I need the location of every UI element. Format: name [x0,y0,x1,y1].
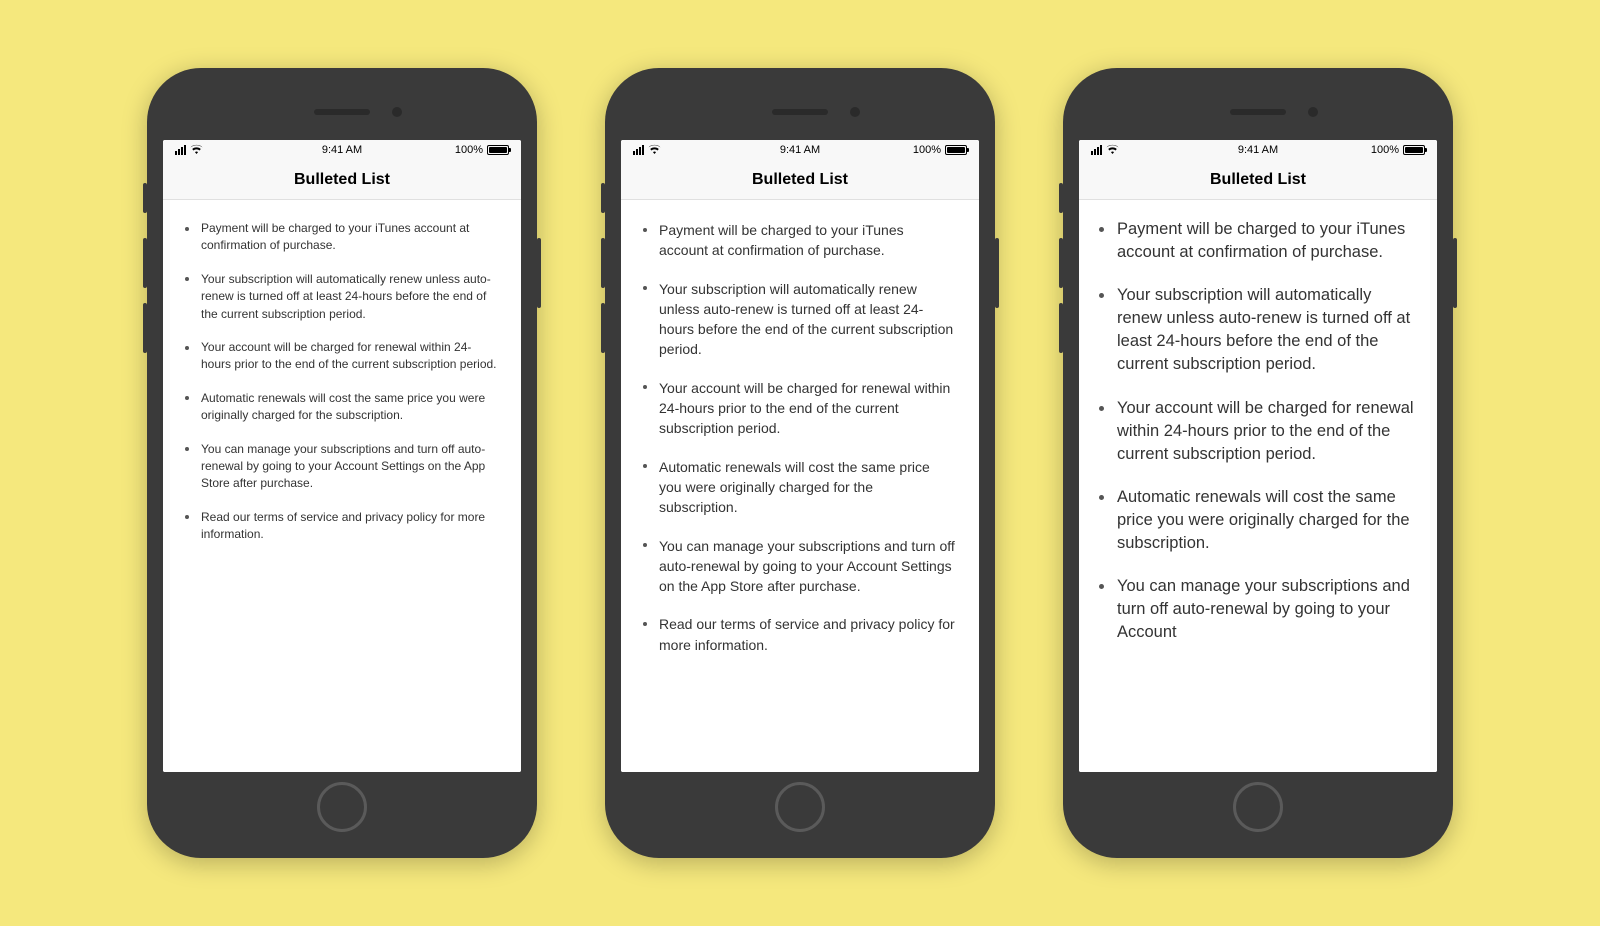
volume-up-button [143,238,147,288]
wifi-icon [648,144,661,157]
home-button-area [163,772,521,842]
front-camera [850,107,860,117]
battery-icon [945,145,967,155]
bulleted-list: Payment will be charged to your iTunes a… [641,220,955,655]
earpiece-area [163,84,521,140]
status-time: 9:41 AM [322,144,362,156]
list-item: Your account will be charged for renewal… [641,378,955,439]
list-item: Automatic renewals will cost the same pr… [183,390,497,425]
status-time: 9:41 AM [780,144,820,156]
status-left [1091,144,1119,157]
cellular-signal-icon [1091,145,1102,155]
navigation-bar: Bulleted List [621,160,979,200]
speaker-grill [1230,109,1286,115]
status-bar: 9:41 AM 100% [1079,140,1437,160]
status-right: 100% [1371,144,1425,156]
screen: 9:41 AM 100% Bulleted List Payment will … [163,140,521,772]
list-item: Your subscription will automatically ren… [1097,284,1417,376]
page-title: Bulleted List [1210,171,1306,189]
battery-percentage: 100% [1371,144,1399,156]
wifi-icon [1106,144,1119,157]
front-camera [392,107,402,117]
home-button-area [621,772,979,842]
list-item: Your account will be charged for renewal… [1097,397,1417,466]
content-area[interactable]: Payment will be charged to your iTunes a… [1079,200,1437,772]
volume-up-button [1059,238,1063,288]
mute-switch [601,183,605,213]
list-item: Your subscription will automatically ren… [183,271,497,323]
mute-switch [143,183,147,213]
status-time: 9:41 AM [1238,144,1278,156]
list-item: You can manage your subscriptions and tu… [1097,575,1417,644]
list-item: Automatic renewals will cost the same pr… [641,457,955,518]
list-item: Automatic renewals will cost the same pr… [1097,486,1417,555]
wifi-icon [190,144,203,157]
phone-mockup-medium: 9:41 AM 100% Bulleted List Payment will … [605,68,995,858]
status-left [633,144,661,157]
home-button-area [1079,772,1437,842]
status-right: 100% [913,144,967,156]
list-item: Payment will be charged to your iTunes a… [183,220,497,255]
bulleted-list: Payment will be charged to your iTunes a… [183,220,497,543]
content-area[interactable]: Payment will be charged to your iTunes a… [163,200,521,772]
list-item: Read our terms of service and privacy po… [183,509,497,544]
screen: 9:41 AM 100% Bulleted List Payment will … [1079,140,1437,772]
content-area[interactable]: Payment will be charged to your iTunes a… [621,200,979,772]
page-title: Bulleted List [752,171,848,189]
home-button[interactable] [775,782,825,832]
phone-mockup-large: 9:41 AM 100% Bulleted List Payment will … [1063,68,1453,858]
list-item: Read our terms of service and privacy po… [641,614,955,655]
earpiece-area [621,84,979,140]
list-item: You can manage your subscriptions and tu… [183,441,497,493]
bulleted-list: Payment will be charged to your iTunes a… [1097,218,1417,644]
volume-down-button [1059,303,1063,353]
status-left [175,144,203,157]
cellular-signal-icon [175,145,186,155]
mute-switch [1059,183,1063,213]
list-item: Your account will be charged for renewal… [183,339,497,374]
phone-mockup-small: 9:41 AM 100% Bulleted List Payment will … [147,68,537,858]
navigation-bar: Bulleted List [163,160,521,200]
volume-up-button [601,238,605,288]
power-button [537,238,541,308]
status-bar: 9:41 AM 100% [163,140,521,160]
speaker-grill [772,109,828,115]
page-title: Bulleted List [294,171,390,189]
list-item: Your subscription will automatically ren… [641,279,955,360]
status-right: 100% [455,144,509,156]
list-item: You can manage your subscriptions and tu… [641,536,955,597]
cellular-signal-icon [633,145,644,155]
volume-down-button [143,303,147,353]
front-camera [1308,107,1318,117]
home-button[interactable] [1233,782,1283,832]
list-item: Payment will be charged to your iTunes a… [641,220,955,261]
power-button [995,238,999,308]
navigation-bar: Bulleted List [1079,160,1437,200]
status-bar: 9:41 AM 100% [621,140,979,160]
speaker-grill [314,109,370,115]
battery-percentage: 100% [455,144,483,156]
volume-down-button [601,303,605,353]
list-item: Payment will be charged to your iTunes a… [1097,218,1417,264]
battery-percentage: 100% [913,144,941,156]
battery-icon [1403,145,1425,155]
screen: 9:41 AM 100% Bulleted List Payment will … [621,140,979,772]
power-button [1453,238,1457,308]
battery-icon [487,145,509,155]
home-button[interactable] [317,782,367,832]
earpiece-area [1079,84,1437,140]
